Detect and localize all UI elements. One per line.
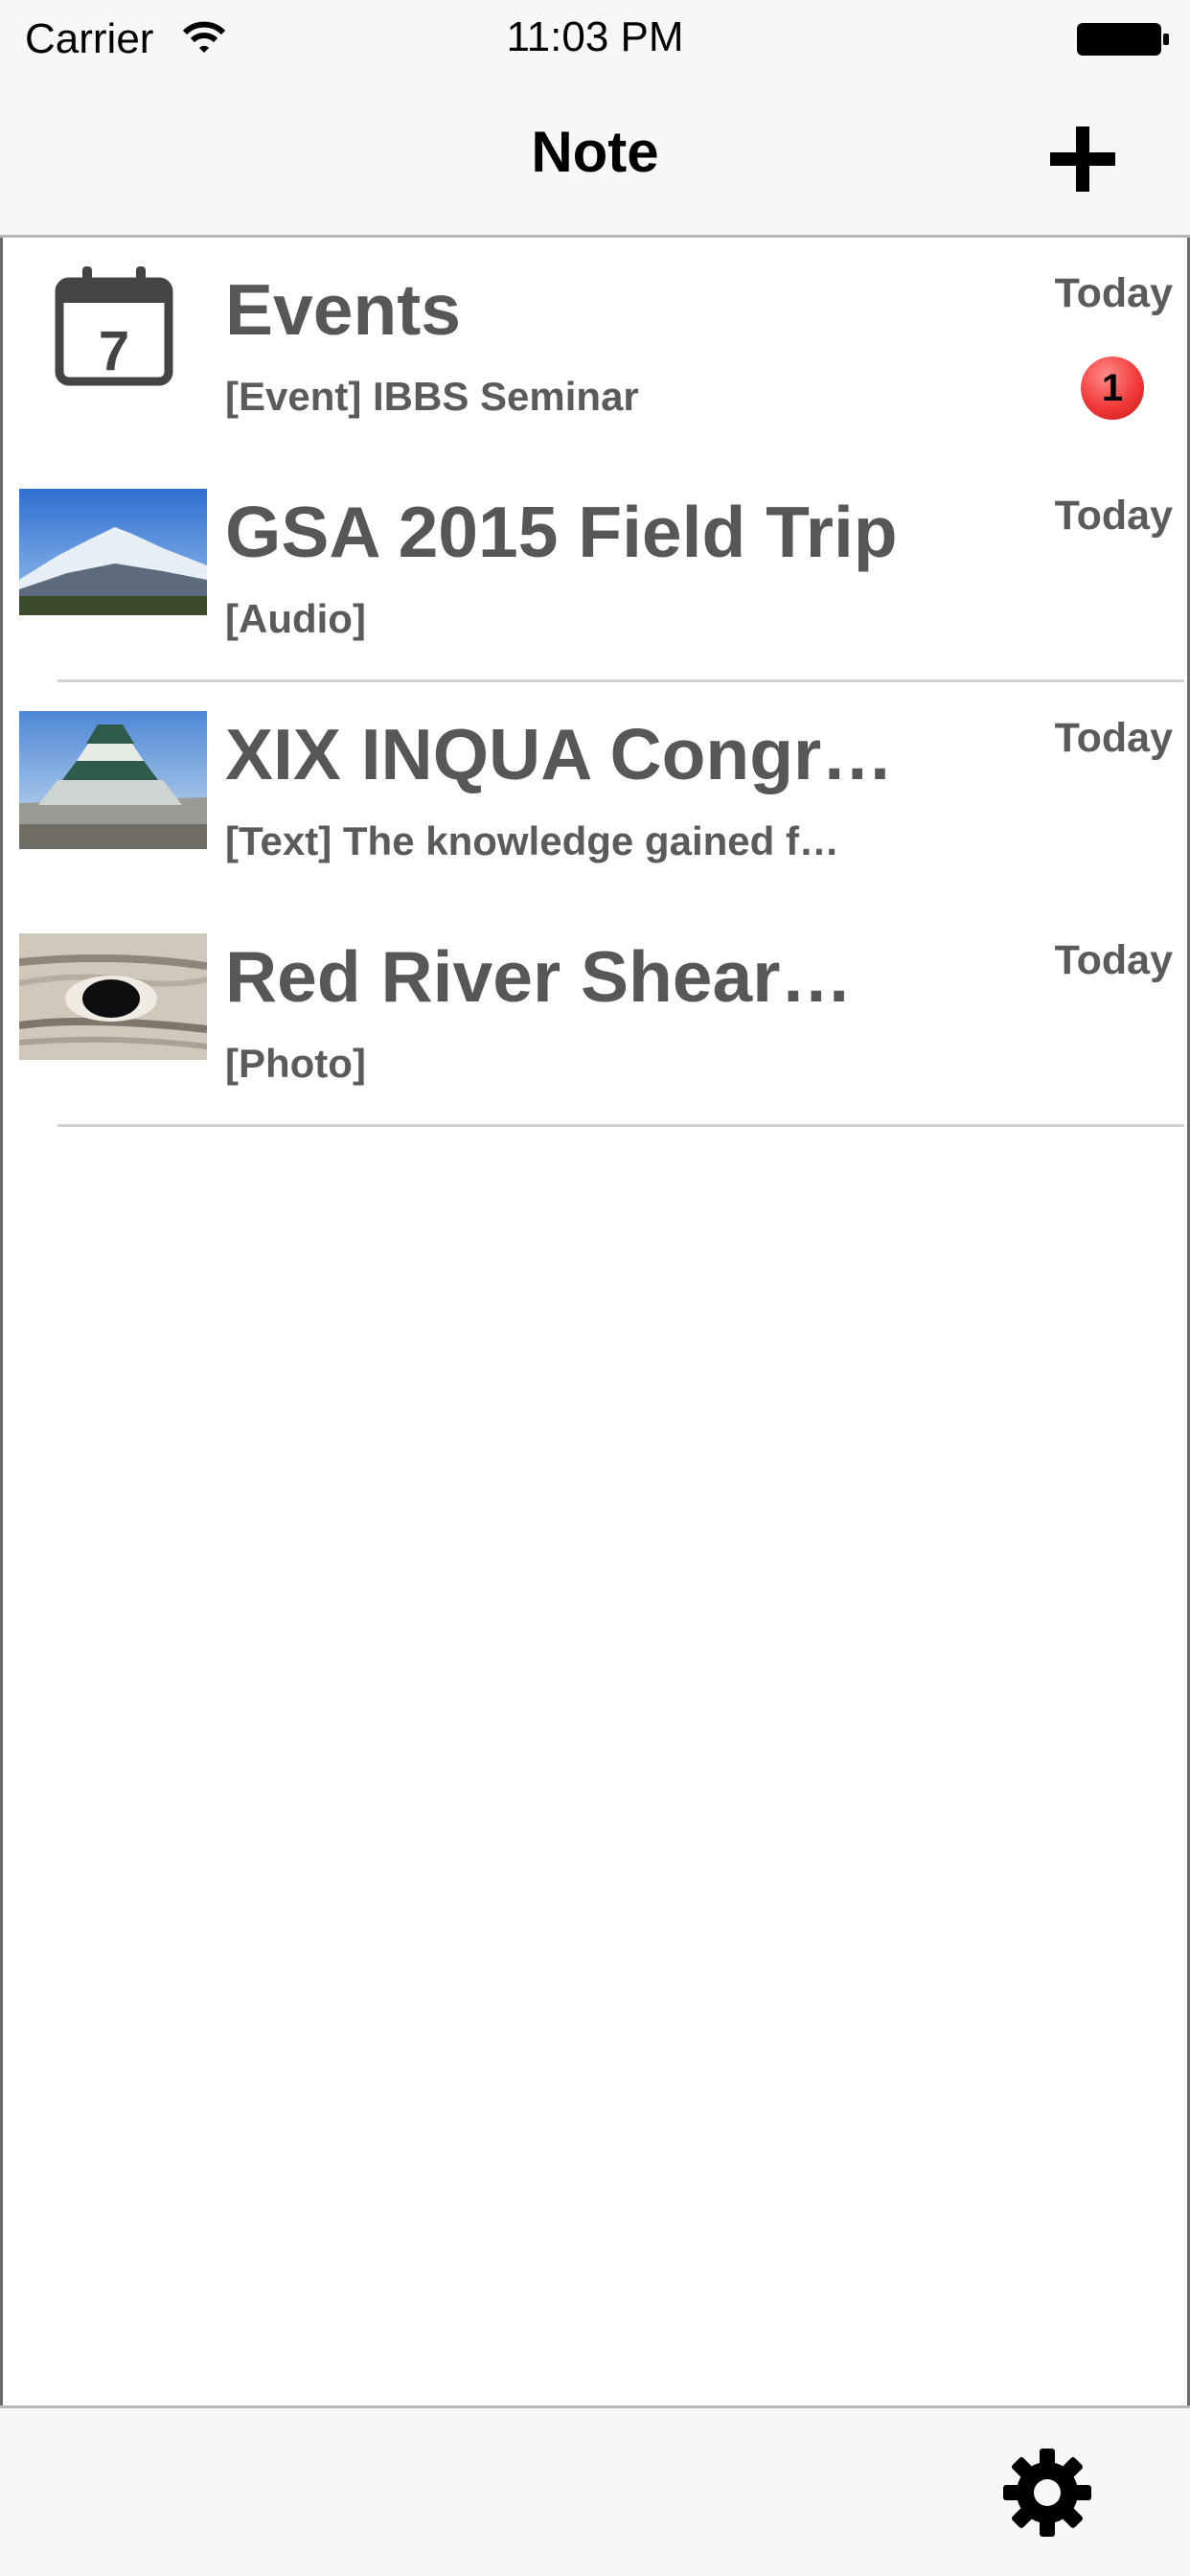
mountain-thumbnail — [19, 489, 207, 620]
note-title: Events — [225, 269, 461, 350]
note-row-red-river[interactable]: Red River Shear… [Photo] Today — [0, 905, 1190, 1127]
castle-thumbnail — [19, 711, 207, 854]
plus-icon — [1050, 126, 1115, 192]
note-row-gsa[interactable]: GSA 2015 Field Trip [Audio] Today — [0, 460, 1190, 682]
note-date: Today — [1054, 937, 1173, 983]
gear-icon — [1003, 2449, 1091, 2537]
note-date: Today — [1054, 715, 1173, 761]
calendar-day-text: 7 — [99, 320, 129, 382]
navigation-bar: Note — [0, 80, 1190, 238]
note-subtitle: [Audio] — [225, 596, 366, 641]
note-subtitle: [Event] IBBS Seminar — [225, 374, 639, 419]
status-bar: Carrier 11:03 PM — [0, 0, 1190, 80]
page-title: Note — [531, 120, 659, 184]
calendar-icon: 7 — [19, 257, 207, 396]
unread-badge: 1 — [1081, 356, 1144, 420]
row-divider — [57, 1124, 1184, 1127]
note-title: Red River Shear… — [225, 936, 853, 1017]
battery-icon — [1075, 21, 1171, 64]
note-date: Today — [1054, 493, 1173, 539]
note-row-events[interactable]: 7 Events [Event] IBBS Seminar Today 1 — [0, 238, 1190, 460]
settings-button[interactable] — [999, 2445, 1095, 2545]
note-title: XIX INQUA Congr… — [225, 714, 894, 794]
note-row-inqua[interactable]: XIX INQUA Congr… [Text] The knowledge ga… — [0, 682, 1190, 905]
rock-thumbnail — [18, 933, 208, 1065]
note-title: GSA 2015 Field Trip — [225, 492, 898, 572]
status-clock: 11:03 PM — [506, 13, 684, 60]
note-list: 7 Events [Event] IBBS Seminar Today 1 GS… — [0, 238, 1190, 1127]
note-date: Today — [1054, 270, 1173, 316]
add-note-button[interactable] — [1042, 119, 1123, 199]
note-subtitle: [Photo] — [225, 1041, 366, 1086]
note-subtitle: [Text] The knowledge gained f… — [225, 818, 839, 863]
bottom-toolbar — [0, 2405, 1190, 2576]
